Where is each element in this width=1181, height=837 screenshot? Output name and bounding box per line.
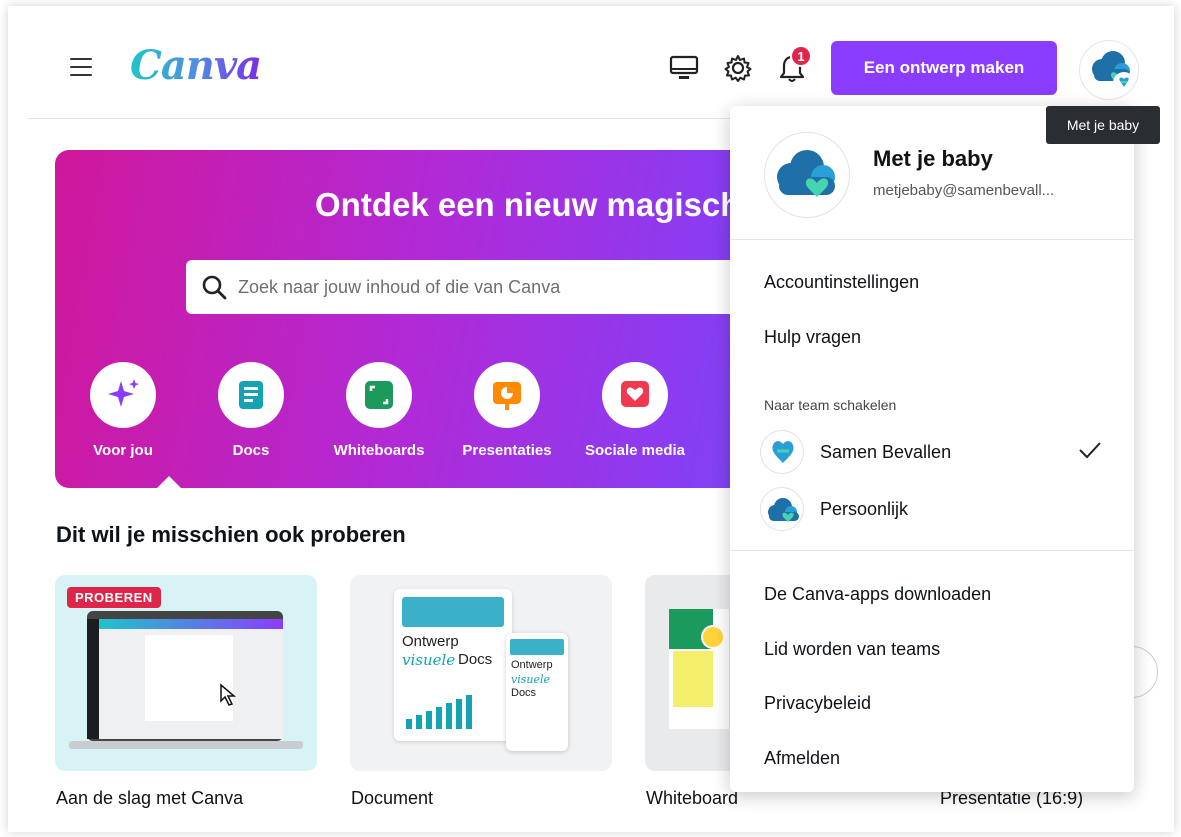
card-label: Whiteboard	[646, 788, 739, 808]
gear-icon[interactable]	[722, 52, 754, 84]
bell-icon[interactable]: 1	[776, 45, 812, 84]
menu-divider	[730, 239, 1134, 240]
user-name: Met je baby	[873, 146, 993, 171]
card-aan-de-slag[interactable]: PROBEREN	[55, 575, 317, 771]
canva-logo[interactable]: Canva	[130, 42, 262, 89]
menu-divider	[730, 550, 1134, 551]
try-badge: PROBEREN	[67, 587, 161, 608]
menu-account-settings[interactable]: Accountinstellingen	[764, 272, 919, 293]
menu-download-apps[interactable]: De Canva-apps downloaden	[764, 584, 991, 605]
heart-icon	[602, 362, 668, 428]
category-presentaties[interactable]: Presentaties	[447, 362, 567, 459]
sparkle-icon	[90, 362, 156, 428]
doc-icon	[218, 362, 284, 428]
notification-badge: 1	[790, 45, 812, 67]
menu-join-teams[interactable]: Lid worden van teams	[764, 639, 940, 660]
account-avatar-large	[764, 132, 850, 218]
team-switch-heading: Naar team schakelen	[764, 397, 897, 413]
category-docs[interactable]: Docs	[191, 362, 311, 459]
header-divider	[28, 118, 748, 119]
menu-help[interactable]: Hulp vragen	[764, 327, 861, 348]
user-email: metjebaby@samenbevall...	[873, 182, 1055, 199]
hero-title: Ontdek een nieuw magisch	[315, 186, 741, 223]
menu-privacy[interactable]: Privacybeleid	[764, 693, 871, 714]
team-persoonlijk[interactable]: Persoonlijk	[760, 486, 1110, 532]
card-label: Document	[351, 788, 434, 808]
top-bar: Canva 1 Een ontwerp maken Met je baby	[8, 6, 1174, 144]
selected-category-pointer	[157, 476, 181, 488]
presentation-icon	[474, 362, 540, 428]
account-avatar[interactable]	[1079, 40, 1139, 100]
checkmark-icon	[1078, 440, 1102, 465]
create-design-button[interactable]: Een ontwerp maken	[831, 41, 1057, 95]
team-name: Persoonlijk	[820, 498, 909, 519]
heart-cloud-logo-icon	[1092, 51, 1135, 94]
team-avatar	[760, 430, 804, 474]
whiteboard-icon	[346, 362, 412, 428]
card-label: Aan de slag met Canva	[56, 788, 244, 808]
category-voor-jou[interactable]: Voor jou	[63, 362, 183, 459]
team-name: Samen Bevallen	[820, 441, 952, 462]
doc-mobile-preview: Ontwerp visuele Docs	[506, 633, 568, 751]
doc-preview: Ontwerp visuele Docs	[394, 589, 512, 741]
canva-home-window: Canva 1 Een ontwerp maken Met je baby On…	[8, 6, 1174, 832]
smiley-icon	[701, 625, 725, 649]
section-title: Dit wil je misschien ook proberen	[56, 522, 406, 547]
account-menu: Met je baby metjebaby@samenbevall... Acc…	[730, 106, 1134, 792]
avatar-tooltip: Met je baby	[1046, 106, 1160, 144]
card-document[interactable]: Ontwerp visuele Docs Ontwerp visuele Doc…	[350, 575, 612, 771]
heart-icon	[772, 441, 794, 463]
search-field[interactable]	[238, 276, 758, 298]
team-avatar	[760, 487, 804, 531]
heart-cloud-logo-icon	[768, 498, 799, 522]
monitor-icon[interactable]	[668, 52, 700, 84]
search-icon	[200, 273, 228, 301]
heart-cloud-logo-icon	[777, 150, 835, 197]
category-whiteboards[interactable]: Whiteboards	[319, 362, 439, 459]
hamburger-menu-icon[interactable]	[70, 58, 92, 76]
category-sociale-media[interactable]: Sociale media	[575, 362, 695, 459]
menu-sign-out[interactable]: Afmelden	[764, 748, 840, 769]
team-samen-bevallen[interactable]: Samen Bevallen	[760, 429, 1110, 475]
